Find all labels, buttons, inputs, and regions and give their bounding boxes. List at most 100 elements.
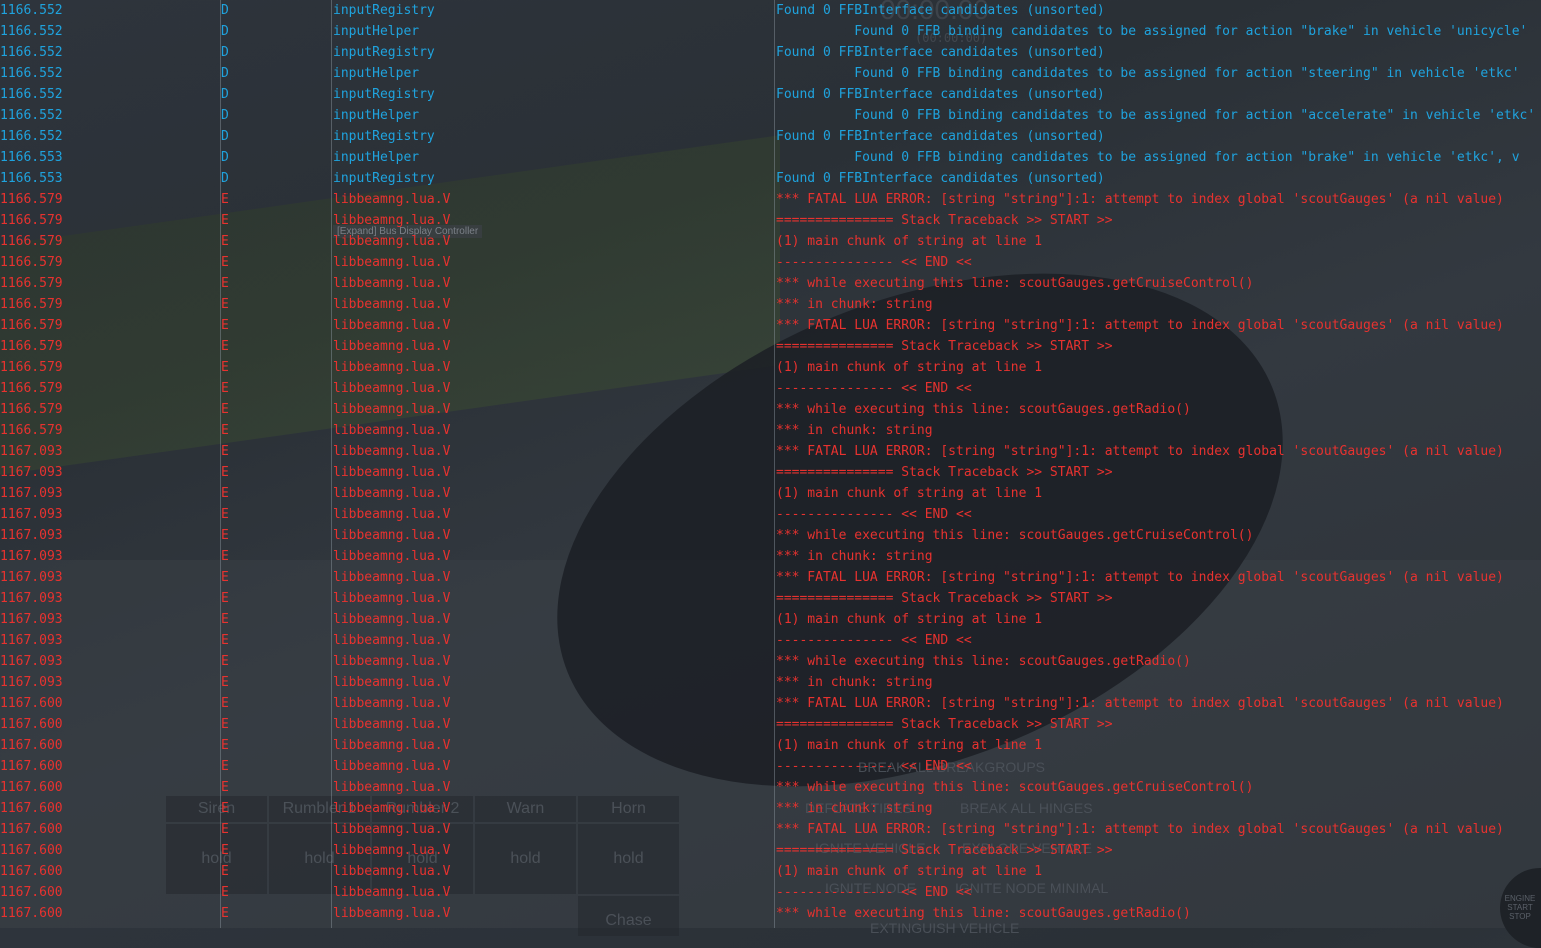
log-row[interactable]: 1167.600 Elibbeamng.lua.V *** FATAL LUA ER…: [0, 819, 1541, 840]
log-source: libbeamng.lua.V: [333, 717, 451, 732]
log-row[interactable]: 1167.600 Elibbeamng.lua.V =============== …: [0, 714, 1541, 735]
log-source: libbeamng.lua.V: [333, 528, 451, 543]
log-row[interactable]: 1167.600 Elibbeamng.lua.V (1) main chunk o…: [0, 735, 1541, 756]
log-level: E: [221, 591, 229, 606]
log-row[interactable]: 1167.093 Elibbeamng.lua.V --------------- …: [0, 504, 1541, 525]
log-timestamp: 1166.579: [0, 192, 63, 207]
log-row[interactable]: 1166.579 Elibbeamng.lua.V *** FATAL LUA ER…: [0, 315, 1541, 336]
log-source: inputRegistry: [333, 3, 435, 18]
log-source: libbeamng.lua.V: [333, 297, 451, 312]
log-level: D: [221, 171, 229, 186]
log-row[interactable]: 1166.579 Elibbeamng.lua.V --------------- …: [0, 378, 1541, 399]
log-row[interactable]: 1166.579 Elibbeamng.lua.V =============== …: [0, 210, 1541, 231]
log-level: D: [221, 66, 229, 81]
log-timestamp: 1166.579: [0, 213, 63, 228]
log-source: libbeamng.lua.V: [333, 738, 451, 753]
log-row[interactable]: 1167.093 Elibbeamng.lua.V *** in chunk: st…: [0, 672, 1541, 693]
log-source: inputRegistry: [333, 45, 435, 60]
log-row[interactable]: 1166.553 DinputHelper Found 0 FFB binding…: [0, 147, 1541, 168]
log-source: libbeamng.lua.V: [333, 906, 451, 921]
log-row[interactable]: 1167.093 Elibbeamng.lua.V (1) main chunk o…: [0, 609, 1541, 630]
log-message: --------------- << END <<: [776, 255, 972, 270]
log-source: inputHelper: [333, 108, 420, 123]
log-source: libbeamng.lua.V: [333, 318, 451, 333]
log-source: libbeamng.lua.V: [333, 234, 451, 249]
log-message: =============== Stack Traceback >> START…: [776, 213, 1113, 228]
log-timestamp: 1167.093: [0, 444, 63, 459]
log-row[interactable]: 1167.093 Elibbeamng.lua.V =============== …: [0, 462, 1541, 483]
log-source: libbeamng.lua.V: [333, 654, 451, 669]
log-source: libbeamng.lua.V: [333, 423, 451, 438]
log-level: D: [221, 129, 229, 144]
log-timestamp: 1167.093: [0, 528, 63, 543]
log-row[interactable]: 1166.552 DinputHelper Found 0 FFB binding…: [0, 63, 1541, 84]
log-row[interactable]: 1166.579 Elibbeamng.lua.V (1) main chunk o…: [0, 231, 1541, 252]
log-message: *** while executing this line: scoutGaug…: [776, 654, 1191, 669]
log-row[interactable]: 1167.093 Elibbeamng.lua.V *** FATAL LUA ER…: [0, 567, 1541, 588]
log-row[interactable]: 1167.093 Elibbeamng.lua.V *** FATAL LUA ER…: [0, 441, 1541, 462]
log-row[interactable]: 1166.579 Elibbeamng.lua.V *** in chunk: st…: [0, 420, 1541, 441]
log-row[interactable]: 1166.579 Elibbeamng.lua.V --------------- …: [0, 252, 1541, 273]
log-message: --------------- << END <<: [776, 507, 972, 522]
log-source: libbeamng.lua.V: [333, 591, 451, 606]
log-timestamp: 1167.093: [0, 570, 63, 585]
log-level: E: [221, 381, 229, 396]
log-timestamp: 1166.552: [0, 3, 63, 18]
log-level: E: [221, 402, 229, 417]
log-level: D: [221, 3, 229, 18]
log-row[interactable]: 1167.600 Elibbeamng.lua.V *** while execut…: [0, 903, 1541, 924]
log-row[interactable]: 1166.579 Elibbeamng.lua.V *** while execut…: [0, 273, 1541, 294]
log-row[interactable]: 1167.093 Elibbeamng.lua.V =============== …: [0, 588, 1541, 609]
log-row[interactable]: 1167.600 Elibbeamng.lua.V *** in chunk: st…: [0, 798, 1541, 819]
log-level: E: [221, 444, 229, 459]
log-row[interactable]: 1166.579 Elibbeamng.lua.V =============== …: [0, 336, 1541, 357]
log-row[interactable]: 1167.600 Elibbeamng.lua.V --------------- …: [0, 882, 1541, 903]
log-level: D: [221, 45, 229, 60]
log-level: E: [221, 549, 229, 564]
log-row[interactable]: 1167.600 Elibbeamng.lua.V =============== …: [0, 840, 1541, 861]
log-row[interactable]: 1167.600 Elibbeamng.lua.V *** FATAL LUA ER…: [0, 693, 1541, 714]
log-message: Found 0 FFB binding candidates to be ass…: [776, 24, 1528, 39]
log-source: inputRegistry: [333, 87, 435, 102]
log-timestamp: 1166.553: [0, 150, 63, 165]
log-row[interactable]: 1166.552 DinputRegistry Found 0 FFBInterfa…: [0, 42, 1541, 63]
log-message: *** in chunk: string: [776, 801, 933, 816]
log-level: E: [221, 192, 229, 207]
log-row[interactable]: 1166.552 DinputRegistry Found 0 FFBInterfa…: [0, 84, 1541, 105]
log-source: libbeamng.lua.V: [333, 822, 451, 837]
log-row[interactable]: 1166.579 Elibbeamng.lua.V (1) main chunk o…: [0, 357, 1541, 378]
log-source: libbeamng.lua.V: [333, 507, 451, 522]
log-message: Found 0 FFBInterface candidates (unsorte…: [776, 87, 1105, 102]
log-row[interactable]: 1166.552 DinputRegistry Found 0 FFBInterfa…: [0, 126, 1541, 147]
log-level: E: [221, 486, 229, 501]
log-row[interactable]: 1166.553 DinputRegistry Found 0 FFBInterfa…: [0, 168, 1541, 189]
log-level: E: [221, 759, 229, 774]
log-row[interactable]: 1166.552 DinputHelper Found 0 FFB binding…: [0, 105, 1541, 126]
log-row[interactable]: 1166.552 DinputHelper Found 0 FFB binding…: [0, 21, 1541, 42]
log-row[interactable]: 1167.600 Elibbeamng.lua.V (1) main chunk o…: [0, 861, 1541, 882]
log-timestamp: 1167.600: [0, 843, 63, 858]
log-row[interactable]: 1167.093 Elibbeamng.lua.V *** while execut…: [0, 525, 1541, 546]
log-level: E: [221, 885, 229, 900]
log-source: libbeamng.lua.V: [333, 213, 451, 228]
log-row[interactable]: 1167.600 Elibbeamng.lua.V --------------- …: [0, 756, 1541, 777]
log-message: =============== Stack Traceback >> START…: [776, 339, 1113, 354]
log-timestamp: 1166.579: [0, 297, 63, 312]
log-source: libbeamng.lua.V: [333, 696, 451, 711]
log-level: E: [221, 213, 229, 228]
log-source: libbeamng.lua.V: [333, 276, 451, 291]
log-row[interactable]: 1166.552 DinputRegistry Found 0 FFBInterfa…: [0, 0, 1541, 21]
log-row[interactable]: 1167.093 Elibbeamng.lua.V *** in chunk: st…: [0, 546, 1541, 567]
log-row[interactable]: 1166.579 Elibbeamng.lua.V *** in chunk: st…: [0, 294, 1541, 315]
log-row[interactable]: 1166.579 Elibbeamng.lua.V *** FATAL LUA ER…: [0, 189, 1541, 210]
log-row[interactable]: 1167.600 Elibbeamng.lua.V *** while execut…: [0, 777, 1541, 798]
log-row[interactable]: 1167.093 Elibbeamng.lua.V *** while execut…: [0, 651, 1541, 672]
log-row[interactable]: 1166.579 Elibbeamng.lua.V *** while execut…: [0, 399, 1541, 420]
log-message: *** in chunk: string: [776, 297, 933, 312]
log-source: libbeamng.lua.V: [333, 801, 451, 816]
log-timestamp: 1166.579: [0, 255, 63, 270]
log-level: E: [221, 465, 229, 480]
log-message: *** FATAL LUA ERROR: [string "string"]:1…: [776, 444, 1504, 459]
log-row[interactable]: 1167.093 Elibbeamng.lua.V (1) main chunk o…: [0, 483, 1541, 504]
log-row[interactable]: 1167.093 Elibbeamng.lua.V --------------- …: [0, 630, 1541, 651]
